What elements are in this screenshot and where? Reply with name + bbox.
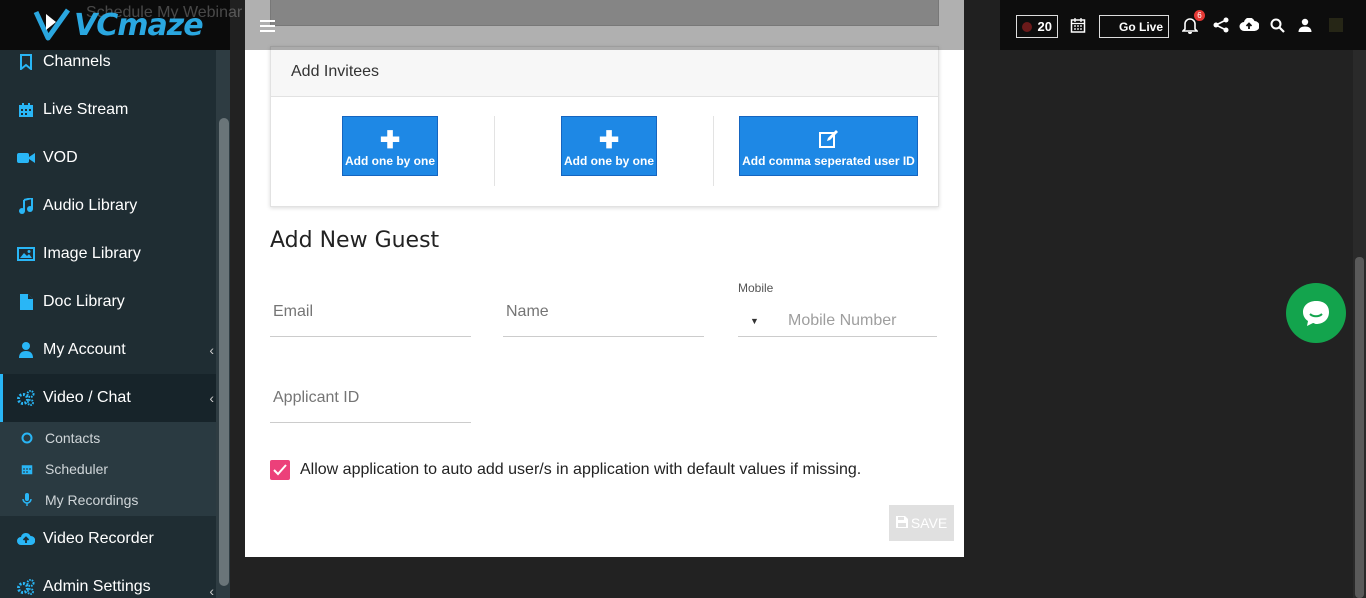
chevron-left-icon: ‹ [209, 583, 214, 598]
add-comma-separated-button[interactable]: Add comma seperated user ID [739, 116, 918, 176]
page-scrollbar[interactable] [1353, 0, 1366, 598]
sidebar-item-vod[interactable]: VOD [0, 134, 216, 182]
sidebar-item-my-account[interactable]: My Account ‹ [0, 326, 216, 374]
header-overlay [230, 0, 1020, 50]
sidebar-item-label: Live Stream [43, 101, 129, 118]
sidebar-item-label: Image Library [43, 245, 141, 262]
sidebar-item-label: Doc Library [43, 293, 125, 310]
search-icon[interactable] [1267, 15, 1287, 35]
top-header: Schedule My Webinar VCmaze 20 Go Live 6 [0, 0, 1366, 50]
chevron-left-icon: ‹ [209, 390, 214, 406]
sidebar-item-label: Video / Chat [43, 389, 131, 406]
save-button[interactable]: SAVE [889, 505, 954, 541]
submenu-item-label: My Recordings [45, 491, 139, 508]
email-field[interactable] [270, 298, 471, 326]
add-one-by-one-button-2[interactable]: ✚ Add one by one [561, 116, 657, 176]
floppy-disk-icon [895, 515, 908, 531]
auto-add-checkbox[interactable] [270, 460, 290, 480]
edit-icon [740, 129, 917, 153]
image-icon [17, 245, 35, 263]
calendar-icon[interactable] [1068, 15, 1088, 35]
add-new-guest-title: Add New Guest [270, 228, 440, 253]
applicant-id-field-wrap [270, 384, 471, 423]
sidebar-item-label: VOD [43, 149, 78, 166]
calendar-icon [17, 101, 35, 119]
add-one-by-one-button[interactable]: ✚ Add one by one [342, 116, 438, 176]
header-extra-control[interactable] [1329, 18, 1343, 32]
submenu-item-my-recordings[interactable]: My Recordings [0, 484, 216, 515]
submenu-item-contacts[interactable]: Contacts [0, 422, 216, 453]
recording-counter[interactable]: 20 [1016, 15, 1058, 38]
check-icon [273, 464, 287, 476]
sidebar-item-live-stream[interactable]: Live Stream [0, 86, 216, 134]
sidebar-item-admin-settings[interactable]: Admin Settings ‹ [0, 563, 216, 598]
logo-mark-icon [33, 8, 71, 41]
sidebar-item-label: Admin Settings [43, 578, 151, 595]
divider [494, 116, 495, 186]
sidebar-item-image-library[interactable]: Image Library [0, 230, 216, 278]
bookmark-icon [17, 53, 35, 71]
auto-add-label: Allow application to auto add user/s in … [300, 461, 862, 478]
name-field[interactable] [503, 298, 704, 326]
mobile-field-wrap [738, 306, 937, 337]
sidebar-scrollbar-thumb[interactable] [219, 118, 229, 586]
sidebar-item-label: Channels [43, 53, 111, 70]
chevron-left-icon: ‹ [209, 342, 214, 358]
add-invitees-title: Add Invitees [271, 47, 938, 97]
calendar-icon [20, 462, 34, 476]
sidebar-item-video-recorder[interactable]: Video Recorder [0, 515, 216, 563]
name-field-wrap [503, 298, 704, 337]
chat-bubble-icon [1303, 301, 1329, 326]
video-chat-submenu: Contacts Scheduler My Recordings [0, 422, 216, 516]
submenu-item-label: Scheduler [45, 460, 109, 477]
cloud-upload-icon[interactable] [1239, 15, 1259, 35]
document-icon [17, 293, 35, 311]
notification-count-badge: 6 [1194, 10, 1205, 21]
email-field-wrap [270, 298, 471, 337]
logo-text: VCmaze [74, 7, 204, 43]
music-icon [17, 197, 35, 215]
country-dropdown-caret-icon[interactable]: ▼ [750, 316, 759, 326]
logo[interactable]: VCmaze [32, 6, 204, 44]
add-invitees-panel: Add Invitees ✚ Add one by one ✚ Add one … [270, 46, 939, 207]
chat-widget-button[interactable] [1286, 283, 1346, 343]
share-icon[interactable] [1211, 15, 1231, 35]
plus-icon: ✚ [598, 127, 620, 154]
sidebar-item-label: My Account [43, 341, 126, 358]
go-live-button[interactable]: Go Live [1099, 15, 1169, 38]
record-dot-icon [1022, 22, 1032, 32]
sidebar: Channels Live Stream VOD Audio Library I… [0, 0, 230, 598]
video-camera-icon [17, 149, 35, 167]
sidebar-item-video-chat[interactable]: Video / Chat ‹ [0, 374, 216, 422]
submenu-item-scheduler[interactable]: Scheduler [0, 453, 216, 484]
submenu-item-label: Contacts [45, 429, 101, 446]
cogs-icon [17, 389, 35, 407]
sidebar-item-doc-library[interactable]: Doc Library [0, 278, 216, 326]
applicant-id-field[interactable] [270, 384, 471, 412]
plus-icon: ✚ [379, 127, 401, 154]
user-icon [17, 341, 35, 359]
sidebar-item-label: Video Recorder [43, 530, 154, 547]
microphone-icon [20, 492, 34, 507]
page-scrollbar-thumb[interactable] [1355, 257, 1364, 598]
sidebar-item-label: Audio Library [43, 197, 138, 214]
auto-add-row: Allow application to auto add user/s in … [270, 460, 861, 480]
hamburger-menu-icon[interactable] [260, 20, 275, 35]
cloud-upload-icon [17, 530, 35, 548]
user-profile-icon[interactable] [1295, 15, 1315, 35]
sidebar-item-audio-library[interactable]: Audio Library [0, 182, 216, 230]
divider [713, 116, 714, 186]
mobile-label: Mobile [738, 281, 774, 295]
cogs-icon [17, 578, 35, 596]
mobile-number-field[interactable] [788, 308, 933, 334]
circle-icon [20, 431, 34, 445]
